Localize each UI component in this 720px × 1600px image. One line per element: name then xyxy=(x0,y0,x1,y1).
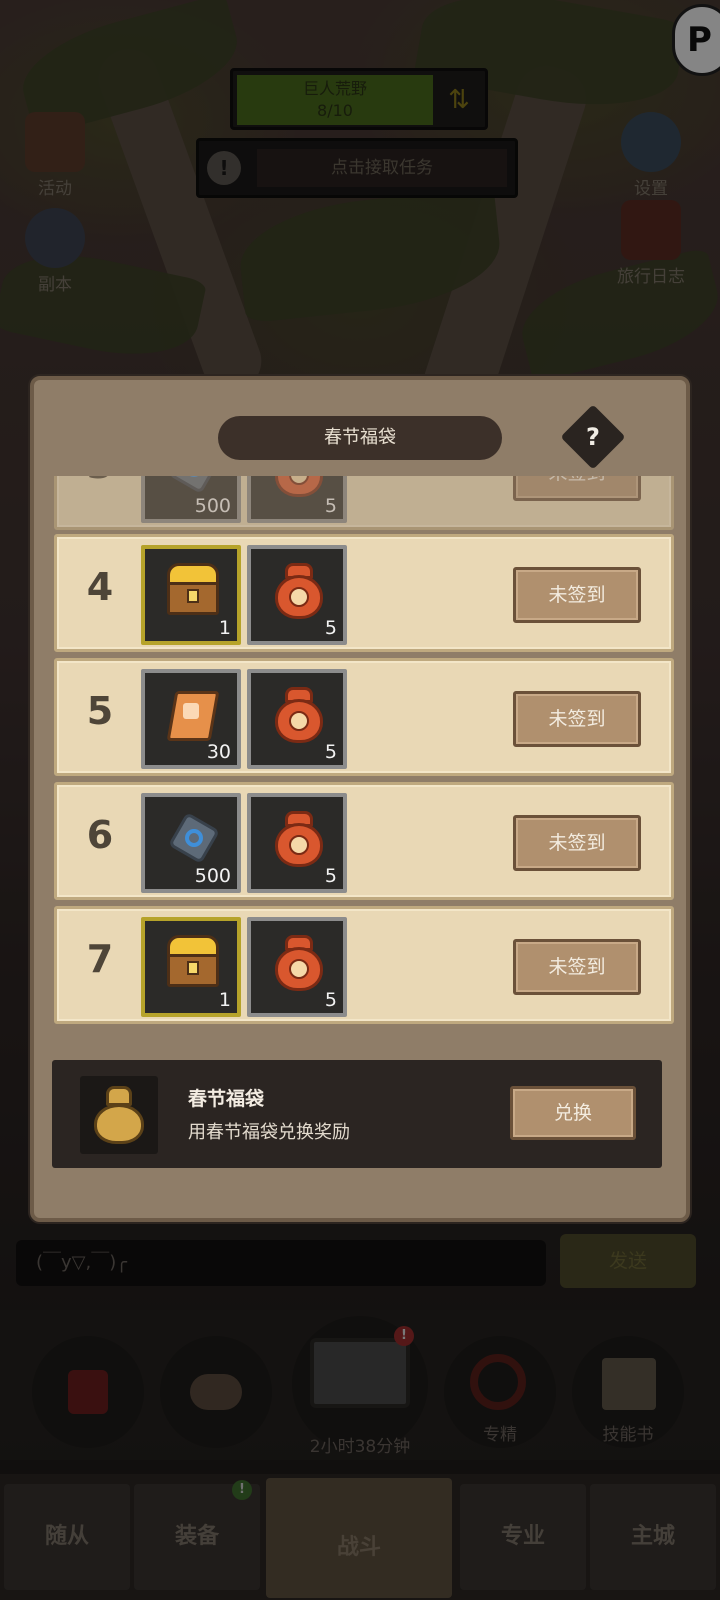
day-number: 4 xyxy=(86,565,114,609)
reward-slot[interactable]: 30 xyxy=(141,669,241,769)
reward-slot[interactable]: 1 xyxy=(141,917,241,1017)
day-number: 6 xyxy=(86,813,114,857)
reward-slot[interactable]: 5 xyxy=(247,476,347,523)
checkin-button[interactable]: 未签到 xyxy=(513,567,641,623)
reward-count: 5 xyxy=(324,865,337,887)
lucky-bag-icon xyxy=(271,687,327,743)
exchange-panel: 春节福袋 用春节福袋兑换奖励 兑换 xyxy=(52,1060,662,1168)
reward-slot[interactable]: 500 xyxy=(141,793,241,893)
exchange-title: 春节福袋 xyxy=(188,1088,265,1110)
gem-icon xyxy=(165,476,221,497)
reward-slot[interactable]: 5 xyxy=(247,793,347,893)
reward-count: 1 xyxy=(218,617,231,639)
reward-slot[interactable]: 5 xyxy=(247,669,347,769)
checkin-list[interactable]: 3 500 5 未签到 4 1 5 未签到 xyxy=(52,476,676,1036)
lucky-bag-icon xyxy=(80,1076,158,1154)
lucky-bag-modal: 春节福袋 ? 3 500 5 未签到 4 1 5 xyxy=(30,376,690,1222)
checkin-button[interactable]: 未签到 xyxy=(513,815,641,871)
reward-slot[interactable]: 500 xyxy=(141,476,241,523)
modal-title: 春节福袋 xyxy=(218,416,502,460)
help-icon: ? xyxy=(586,423,600,451)
lucky-bag-icon xyxy=(271,811,327,867)
checkin-button[interactable]: 未签到 xyxy=(513,476,641,501)
reward-count: 5 xyxy=(324,989,337,1011)
reward-slot[interactable]: 1 xyxy=(141,545,241,645)
day-number: 5 xyxy=(86,689,114,733)
reward-count: 30 xyxy=(206,741,231,763)
lucky-bag-icon xyxy=(271,563,327,619)
gem-icon xyxy=(165,811,221,867)
scroll-icon xyxy=(165,687,221,743)
exchange-description: 用春节福袋兑换奖励 xyxy=(188,1122,350,1143)
checkin-row: 7 1 5 未签到 xyxy=(54,906,674,1024)
checkin-row: 6 500 5 未签到 xyxy=(54,782,674,900)
reward-count: 5 xyxy=(324,617,337,639)
checkin-button[interactable]: 未签到 xyxy=(513,691,641,747)
treasure-chest-icon xyxy=(165,563,221,619)
day-number: 7 xyxy=(86,937,114,981)
reward-slot[interactable]: 5 xyxy=(247,545,347,645)
day-number: 3 xyxy=(71,476,129,487)
reward-count: 500 xyxy=(194,495,231,517)
checkin-button[interactable]: 未签到 xyxy=(513,939,641,995)
checkin-row: 4 1 5 未签到 xyxy=(54,534,674,652)
reward-count: 5 xyxy=(324,495,337,517)
reward-count: 1 xyxy=(218,989,231,1011)
reward-count: 5 xyxy=(324,741,337,763)
reward-count: 500 xyxy=(194,865,231,887)
help-button[interactable]: ? xyxy=(560,404,626,470)
exchange-button[interactable]: 兑换 xyxy=(510,1086,636,1140)
lucky-bag-icon xyxy=(271,476,327,497)
lucky-bag-icon xyxy=(271,935,327,991)
checkin-row: 5 30 5 未签到 xyxy=(54,658,674,776)
reward-slot[interactable]: 5 xyxy=(247,917,347,1017)
treasure-chest-icon xyxy=(165,935,221,991)
checkin-row: 3 500 5 未签到 xyxy=(54,476,674,530)
